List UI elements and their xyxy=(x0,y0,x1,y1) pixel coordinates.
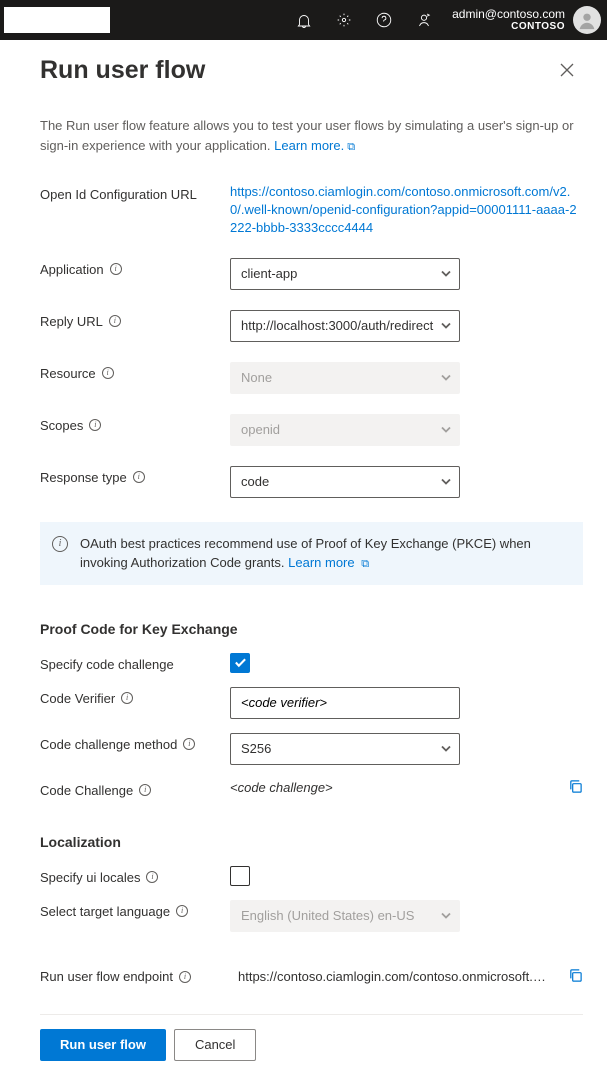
specify-ui-locales-checkbox[interactable] xyxy=(230,866,250,886)
code-challenge-label: Code Challenge xyxy=(40,783,133,798)
openid-url-label: Open Id Configuration URL xyxy=(40,183,230,202)
code-challenge-value: <code challenge> xyxy=(230,780,333,795)
pkce-learn-more-link[interactable]: Learn more ⧉ xyxy=(288,555,369,570)
copy-code-challenge-button[interactable] xyxy=(568,779,583,797)
run-user-flow-panel: Run user flow The Run user flow feature … xyxy=(0,40,607,1085)
chevron-down-icon xyxy=(441,741,451,756)
notifications-icon[interactable] xyxy=(284,0,324,40)
specify-code-challenge-label: Specify code challenge xyxy=(40,657,174,672)
panel-title: Run user flow xyxy=(40,56,205,85)
target-language-select: English (United States) en-US xyxy=(230,900,460,932)
cancel-button[interactable]: Cancel xyxy=(174,1029,256,1061)
pkce-section-title: Proof Code for Key Exchange xyxy=(40,621,583,637)
code-verifier-input[interactable] xyxy=(230,687,460,719)
chevron-down-icon xyxy=(441,422,451,437)
info-icon[interactable]: i xyxy=(102,367,114,379)
code-challenge-method-label: Code challenge method xyxy=(40,737,177,752)
learn-more-link[interactable]: Learn more.⧉ xyxy=(274,138,355,153)
info-icon: i xyxy=(52,536,68,552)
footer-divider xyxy=(40,1014,583,1015)
info-icon[interactable]: i xyxy=(109,315,121,327)
footer-actions: Run user flow Cancel xyxy=(40,1029,583,1061)
chevron-down-icon xyxy=(441,318,451,333)
panel-description: The Run user flow feature allows you to … xyxy=(40,116,583,155)
endpoint-label: Run user flow endpoint xyxy=(40,969,173,984)
settings-icon[interactable] xyxy=(324,0,364,40)
chevron-down-icon xyxy=(441,908,451,923)
target-language-label: Select target language xyxy=(40,904,170,919)
resource-label: Resource xyxy=(40,366,96,381)
search-placeholder-box[interactable] xyxy=(4,7,110,33)
avatar[interactable] xyxy=(573,6,601,34)
response-type-select[interactable]: code xyxy=(230,466,460,498)
code-challenge-method-select[interactable]: S256 xyxy=(230,733,460,765)
account-info[interactable]: admin@contoso.com CONTOSO xyxy=(444,7,573,33)
chevron-down-icon xyxy=(441,474,451,489)
response-type-label: Response type xyxy=(40,470,127,485)
info-icon[interactable]: i xyxy=(176,905,188,917)
feedback-icon[interactable] xyxy=(404,0,444,40)
application-select[interactable]: client-app xyxy=(230,258,460,290)
chevron-down-icon xyxy=(441,266,451,281)
info-icon[interactable]: i xyxy=(179,971,191,983)
localization-section-title: Localization xyxy=(40,834,583,850)
top-bar: admin@contoso.com CONTOSO xyxy=(0,0,607,40)
info-icon[interactable]: i xyxy=(133,471,145,483)
reply-url-label: Reply URL xyxy=(40,314,103,329)
info-icon[interactable]: i xyxy=(89,419,101,431)
specify-code-challenge-checkbox[interactable] xyxy=(230,653,250,673)
external-link-icon: ⧉ xyxy=(347,141,355,153)
account-tenant: CONTOSO xyxy=(511,21,565,33)
specify-ui-locales-label: Specify ui locales xyxy=(40,870,140,885)
endpoint-value: https://contoso.ciamlogin.com/contoso.on… xyxy=(238,969,552,984)
openid-url-link[interactable]: https://contoso.ciamlogin.com/contoso.on… xyxy=(230,184,577,235)
scopes-label: Scopes xyxy=(40,418,83,433)
pkce-info-box: i OAuth best practices recommend use of … xyxy=(40,522,583,585)
info-icon[interactable]: i xyxy=(139,784,151,796)
info-icon[interactable]: i xyxy=(183,738,195,750)
copy-endpoint-button[interactable] xyxy=(568,968,583,986)
run-user-flow-button[interactable]: Run user flow xyxy=(40,1029,166,1061)
reply-url-select[interactable]: http://localhost:3000/auth/redirect xyxy=(230,310,460,342)
help-icon[interactable] xyxy=(364,0,404,40)
code-verifier-label: Code Verifier xyxy=(40,691,115,706)
info-icon[interactable]: i xyxy=(121,692,133,704)
info-icon[interactable]: i xyxy=(146,871,158,883)
application-label: Application xyxy=(40,262,104,277)
info-icon[interactable]: i xyxy=(110,263,122,275)
account-email: admin@contoso.com xyxy=(452,7,565,21)
scopes-select: openid xyxy=(230,414,460,446)
chevron-down-icon xyxy=(441,370,451,385)
close-button[interactable] xyxy=(551,54,583,86)
resource-select: None xyxy=(230,362,460,394)
external-link-icon: ⧉ xyxy=(361,558,369,570)
